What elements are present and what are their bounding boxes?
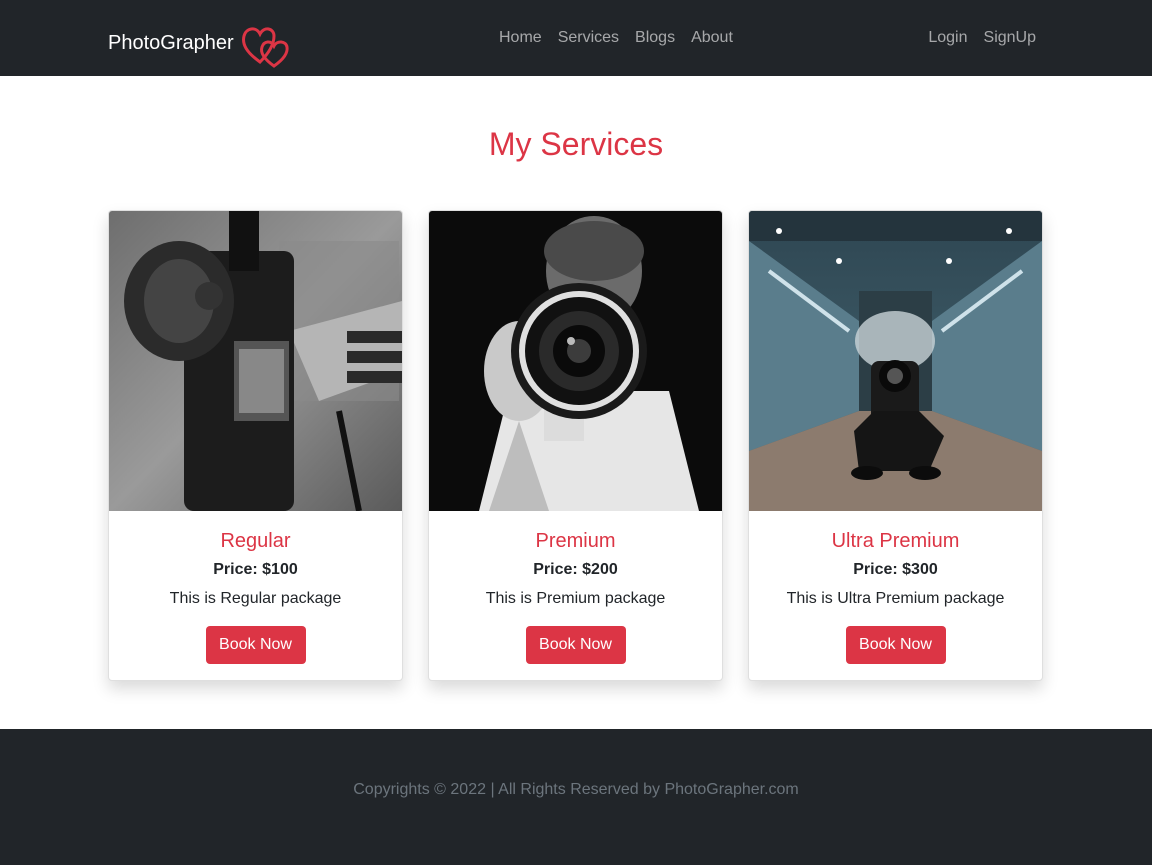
double-heart-icon <box>240 22 294 68</box>
service-card-premium: Premium Price: $200 This is Premium pack… <box>428 210 723 681</box>
nav-login[interactable]: Login <box>920 26 975 50</box>
section-title: My Services <box>488 126 664 162</box>
book-now-button[interactable]: Book Now <box>205 626 306 664</box>
card-description: This is Premium package <box>485 590 666 607</box>
nav-signup[interactable]: SignUp <box>976 26 1044 50</box>
card-price: Price: $100 <box>213 561 298 578</box>
card-title: Premium <box>535 530 616 552</box>
footer: Copyrights © 2022 | All Rights Reserved … <box>0 729 1152 865</box>
card-title: Regular <box>220 530 291 552</box>
nav-blogs[interactable]: Blogs <box>627 26 683 50</box>
nav-home[interactable]: Home <box>491 26 550 50</box>
card-title: Ultra Premium <box>831 530 960 552</box>
card-image-lens <box>429 211 722 511</box>
brand-link[interactable]: PhotoGrapher <box>108 18 294 68</box>
book-now-button[interactable]: Book Now <box>525 626 626 664</box>
card-price: Price: $200 <box>533 561 618 578</box>
book-now-button[interactable]: Book Now <box>845 626 946 664</box>
nav-about[interactable]: About <box>683 26 741 50</box>
copyright-text: Copyrights © 2022 | All Rights Reserved … <box>353 781 799 798</box>
brand-name: PhotoGrapher <box>108 32 234 54</box>
service-card-regular: Regular Price: $100 This is Regular pack… <box>108 210 403 681</box>
card-description: This is Ultra Premium package <box>786 590 1005 607</box>
card-image-escalator <box>749 211 1042 511</box>
service-card-ultra-premium: Ultra Premium Price: $300 This is Ultra … <box>748 210 1043 681</box>
auth-nav: Login SignUp <box>920 26 1044 50</box>
card-price: Price: $300 <box>853 561 938 578</box>
navbar: PhotoGrapher Home Services Blogs About L… <box>0 0 1152 76</box>
nav-services[interactable]: Services <box>550 26 627 50</box>
main-nav: Home Services Blogs About <box>491 26 741 50</box>
card-image-camera <box>109 211 402 511</box>
card-description: This is Regular package <box>169 590 342 607</box>
